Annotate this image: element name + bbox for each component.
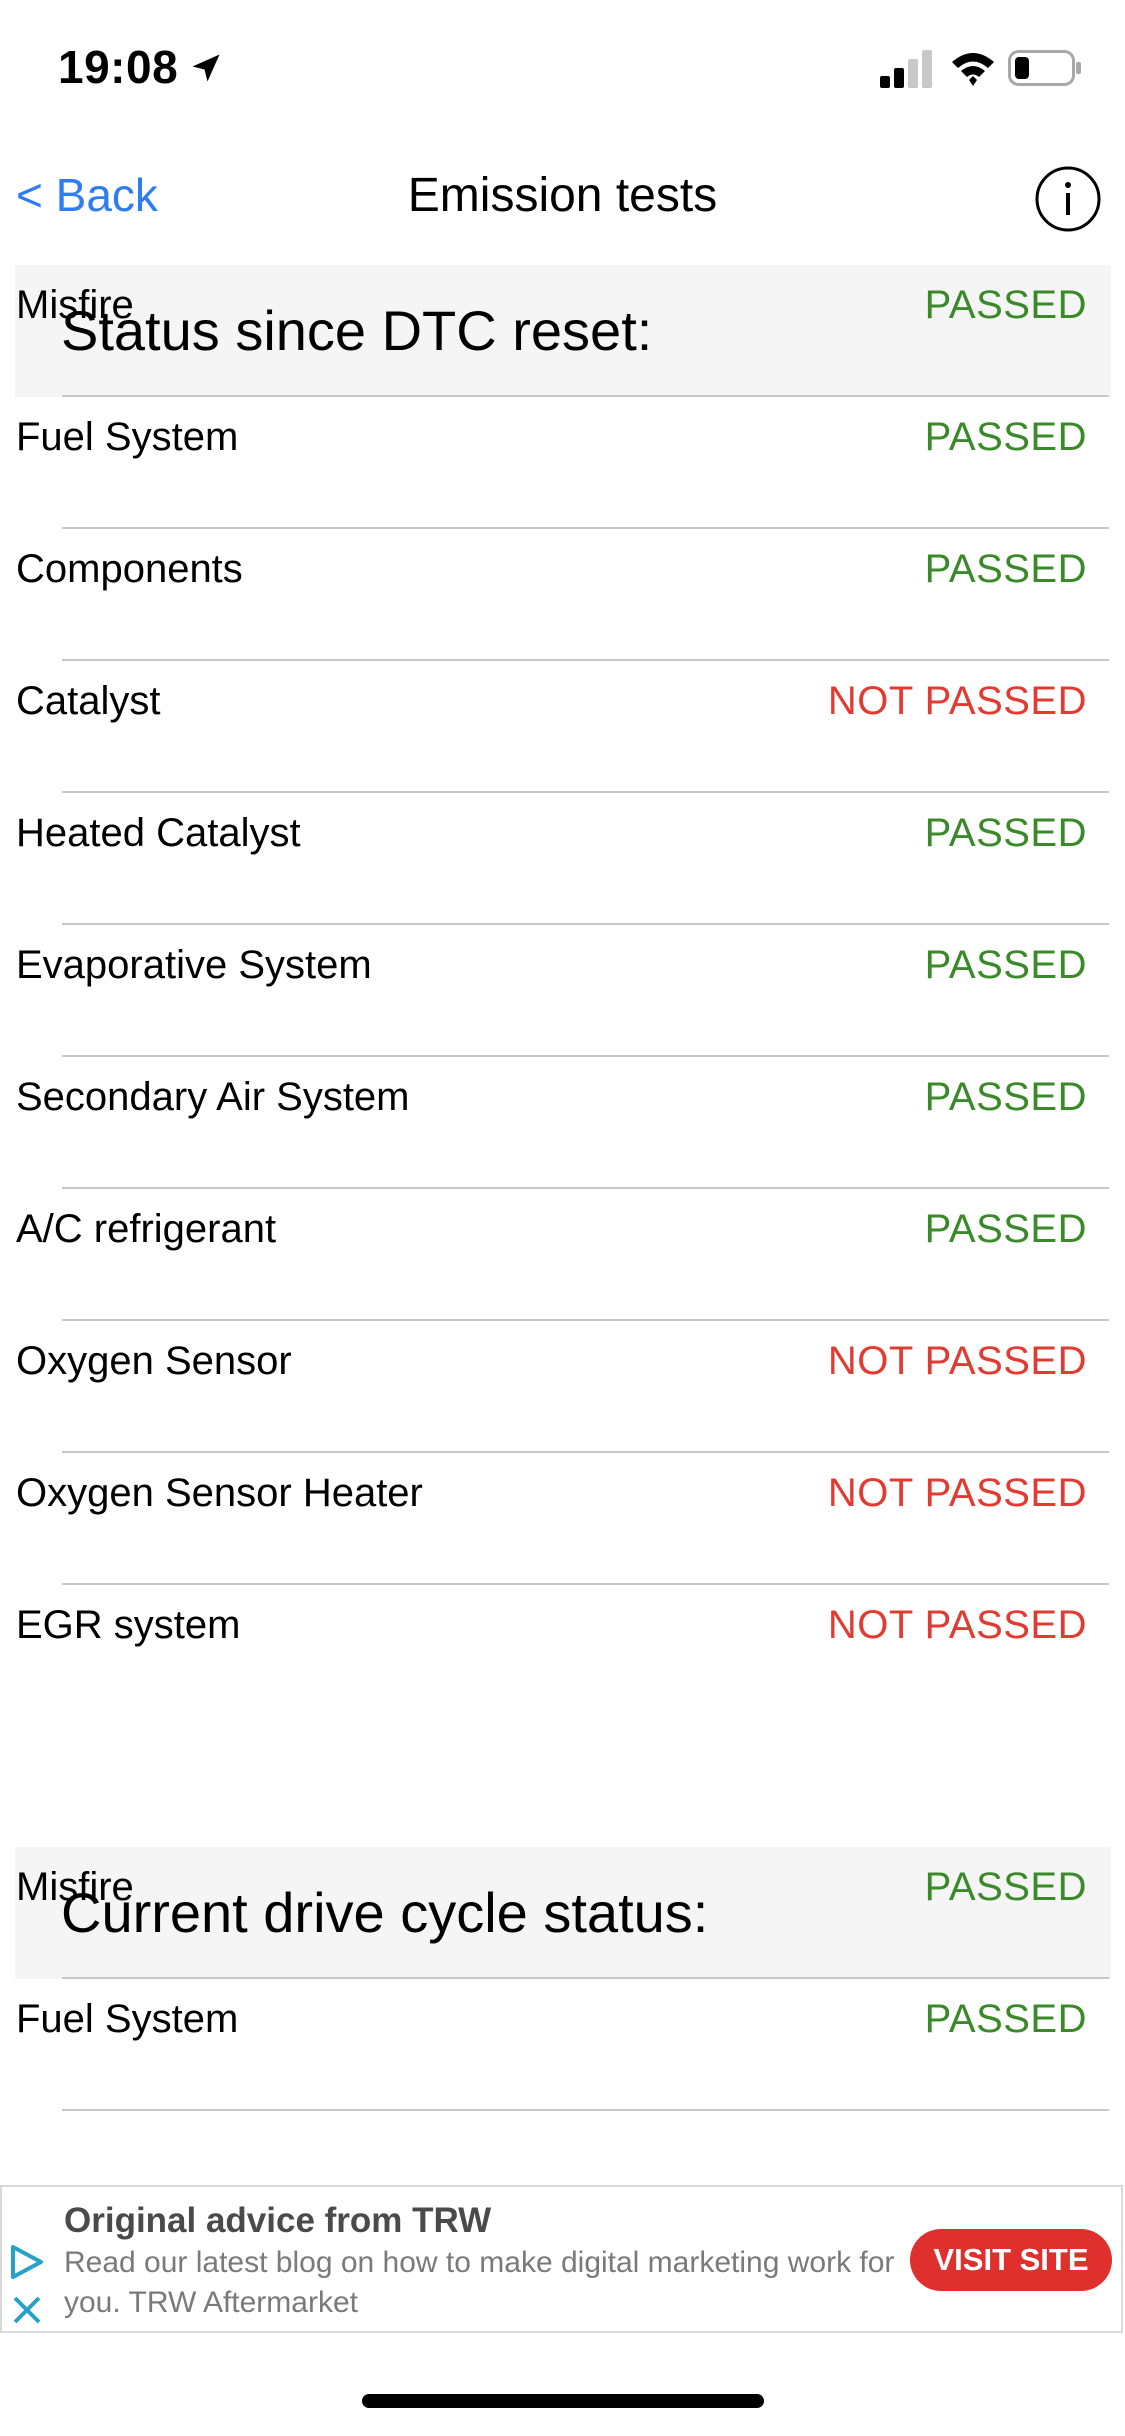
ad-choices-icon[interactable]: [8, 2243, 46, 2281]
home-indicator: [362, 2394, 764, 2408]
status-badge: PASSED: [924, 1075, 1087, 1119]
status-badge: PASSED: [924, 283, 1087, 327]
test-name: A/C refrigerant: [16, 1207, 277, 1251]
test-name: Secondary Air System: [16, 1075, 410, 1119]
list-item: EGR system NOT PASSED: [0, 1585, 1125, 1717]
status-badge: PASSED: [924, 1997, 1087, 2041]
list-item: Fuel System PASSED: [0, 397, 1125, 529]
visit-site-button[interactable]: VISIT SITE: [910, 2229, 1112, 2291]
back-button[interactable]: < Back: [16, 168, 158, 222]
ad-title: Original advice from TRW: [64, 2201, 492, 2240]
test-name: Catalyst: [16, 679, 161, 723]
test-name: EGR system: [16, 1603, 241, 1647]
list-item: Fuel System PASSED: [0, 1979, 1125, 2111]
test-name: Heated Catalyst: [16, 811, 301, 855]
status-badge: NOT PASSED: [827, 679, 1087, 723]
list-item: A/C refrigerant PASSED: [0, 1189, 1125, 1321]
test-name: Misfire: [16, 1865, 134, 1909]
row-divider: [62, 2109, 1109, 2111]
ad-body: Read our latest blog on how to make digi…: [64, 2246, 895, 2319]
status-badge: NOT PASSED: [827, 1339, 1087, 1383]
test-name: Fuel System: [16, 1997, 239, 2041]
test-name: Oxygen Sensor: [16, 1339, 292, 1383]
list-item: Components PASSED: [0, 529, 1125, 661]
list-item: Misfire PASSED: [0, 265, 1125, 397]
status-badge: PASSED: [924, 1865, 1087, 1909]
status-time: 19:08: [58, 41, 179, 93]
list-item: Evaporative System PASSED: [0, 925, 1125, 1057]
test-name: Misfire: [16, 283, 134, 327]
list-item: Oxygen Sensor NOT PASSED: [0, 1321, 1125, 1453]
list-item: Heated Catalyst PASSED: [0, 793, 1125, 925]
test-name: Evaporative System: [16, 943, 372, 987]
status-bar: 19:08: [0, 0, 1125, 140]
status-badge: PASSED: [924, 415, 1087, 459]
status-badge: PASSED: [924, 547, 1087, 591]
cellular-signal-icon: [880, 50, 932, 88]
ad-banner[interactable]: Original advice from TRW Read our latest…: [0, 2185, 1123, 2333]
test-name: Components: [16, 547, 243, 591]
status-badge: NOT PASSED: [827, 1603, 1087, 1647]
status-badge: PASSED: [924, 1207, 1087, 1251]
battery-icon: [1008, 50, 1081, 86]
status-badge: PASSED: [924, 943, 1087, 987]
test-name: Oxygen Sensor Heater: [16, 1471, 423, 1515]
list-item: Secondary Air System PASSED: [0, 1057, 1125, 1189]
wifi-icon: [952, 53, 994, 86]
location-arrow-icon: [192, 54, 220, 82]
status-badge: NOT PASSED: [827, 1471, 1087, 1515]
navigation-bar: Emission tests < Back: [0, 140, 1125, 260]
status-badge: PASSED: [924, 811, 1087, 855]
page-title: Emission tests: [407, 169, 718, 222]
list-item: Catalyst NOT PASSED: [0, 661, 1125, 793]
info-icon[interactable]: [1034, 163, 1125, 273]
list-item: Misfire PASSED: [0, 1847, 1125, 1979]
test-name: Fuel System: [16, 415, 239, 459]
close-icon[interactable]: [10, 2293, 44, 2327]
list-item: Oxygen Sensor Heater NOT PASSED: [0, 1453, 1125, 1585]
